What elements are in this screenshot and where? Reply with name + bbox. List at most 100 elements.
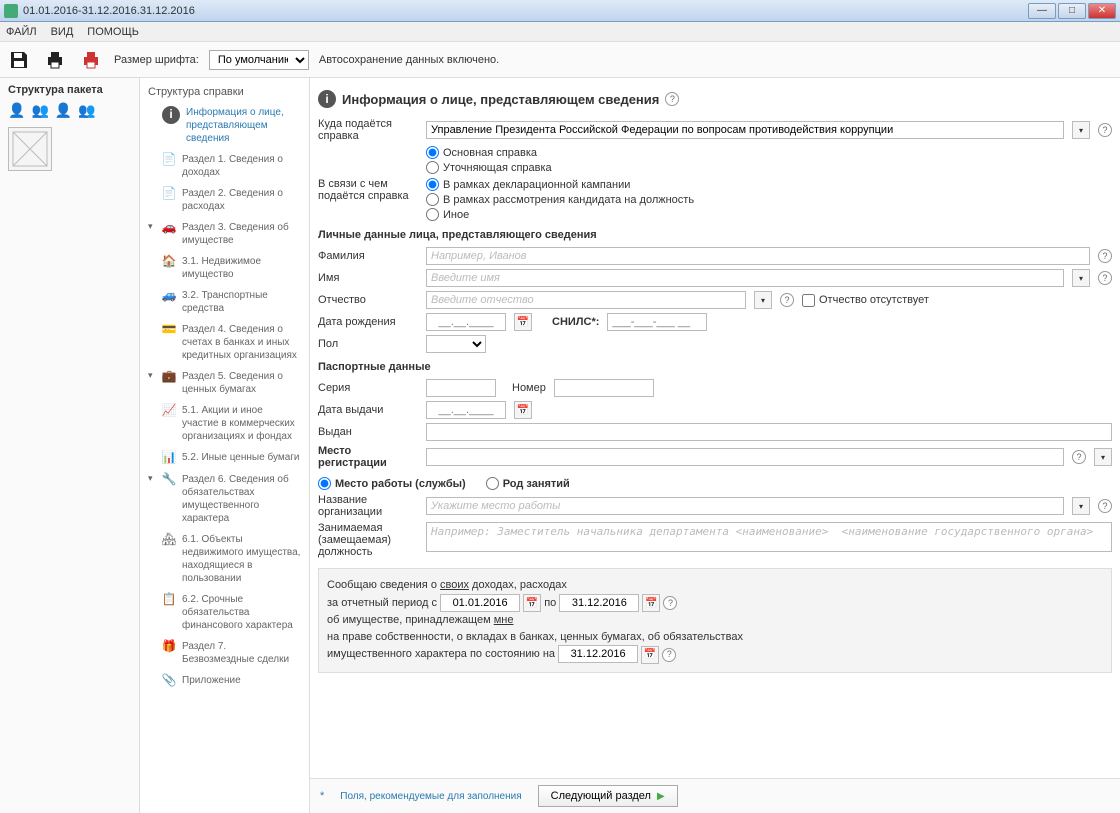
nav-item-section7[interactable]: 🎁Раздел 7. Безвозмездные сделки [140, 636, 309, 670]
nav-item-3-1[interactable]: 🏠3.1. Недвижимое имущество [140, 251, 309, 285]
nav-item-6-2[interactable]: 📋6.2. Срочные обязательства финансового … [140, 589, 309, 636]
person-icon-4[interactable]: 👥 [78, 102, 95, 119]
dropdown-icon[interactable]: ▾ [754, 291, 772, 309]
close-button[interactable]: ✕ [1088, 3, 1116, 19]
expand-icon[interactable]: ▾ [1094, 448, 1112, 466]
font-size-select[interactable]: По умолчанию [209, 50, 309, 70]
radio-campaign[interactable]: В рамках декларационной кампании [426, 178, 694, 191]
menu-view[interactable]: ВИД [51, 26, 74, 38]
nav-item-section5[interactable]: ▾💼Раздел 5. Сведения о ценных бумагах [140, 366, 309, 400]
print-icon[interactable] [42, 47, 68, 73]
nav-item-5-2[interactable]: 📊5.2. Иные ценные бумаги [140, 447, 309, 469]
chevron-down-icon[interactable]: ▾ [148, 370, 156, 382]
nav-item-info[interactable]: iИнформация о лице, представляющем сведе… [140, 102, 309, 149]
dropdown-icon[interactable]: ▾ [1072, 121, 1090, 139]
date-state-input[interactable] [558, 645, 638, 663]
radio-candidate[interactable]: В рамках рассмотрения кандидата на должн… [426, 193, 694, 206]
font-size-label: Размер шрифта: [114, 54, 199, 66]
nav-item-section4[interactable]: 💳Раздел 4. Сведения о счетах в банках и … [140, 319, 309, 366]
position-input[interactable] [426, 522, 1112, 552]
org-input[interactable] [426, 497, 1064, 515]
next-button[interactable]: Следующий раздел▶ [538, 785, 678, 807]
save-icon[interactable] [6, 47, 32, 73]
calendar-icon[interactable]: 📅 [514, 401, 532, 419]
calendar-icon[interactable]: 📅 [642, 594, 660, 612]
nav-item-section2[interactable]: 📄Раздел 2. Сведения о расходах [140, 183, 309, 217]
issue-date-input[interactable] [426, 401, 506, 419]
help-icon[interactable]: ? [1098, 123, 1112, 137]
number-label: Номер [512, 382, 546, 394]
chart-icon: 📈 [162, 404, 176, 418]
middlename-input[interactable] [426, 291, 746, 309]
reg-header: Место регистрации [318, 445, 418, 469]
radio-work[interactable]: Место работы (службы) [318, 477, 466, 490]
gender-select[interactable] [426, 335, 486, 353]
nav-item-3-2[interactable]: 🚙3.2. Транспортные средства [140, 285, 309, 319]
radio-main[interactable]: Основная справка [426, 146, 552, 159]
house-icon: 🏘 [162, 533, 176, 547]
dropdown-icon[interactable]: ▾ [1072, 497, 1090, 515]
birthdate-input[interactable] [426, 313, 506, 331]
person-icon-2[interactable]: 👥 [31, 102, 48, 119]
autosave-status: Автосохранение данных включено. [319, 54, 499, 66]
nav-item-section6[interactable]: ▾🔧Раздел 6. Сведения об обязательствах и… [140, 469, 309, 529]
doc-icon: 📄 [162, 153, 176, 167]
doc-icon: 📄 [162, 187, 176, 201]
radio-occupation[interactable]: Род занятий [486, 477, 570, 490]
calendar-icon[interactable]: 📅 [641, 646, 659, 664]
wrench-icon: 🔧 [162, 473, 176, 487]
help-icon[interactable]: ? [1098, 249, 1112, 263]
chevron-down-icon[interactable]: ▾ [148, 473, 156, 485]
person-icon-1[interactable]: 👤 [8, 102, 25, 119]
number-input[interactable] [554, 379, 654, 397]
date-from-input[interactable] [440, 594, 520, 612]
help-icon[interactable]: ? [1072, 450, 1086, 464]
calendar-icon[interactable]: 📅 [514, 313, 532, 331]
page-title: Информация о лице, представляющем сведен… [342, 92, 659, 107]
help-icon[interactable]: ? [662, 648, 676, 662]
help-icon[interactable]: ? [665, 92, 679, 106]
nav-item-section3[interactable]: ▾🚗Раздел 3. Сведения об имуществе [140, 217, 309, 251]
menu-help[interactable]: ПОМОЩЬ [87, 26, 139, 38]
date-to-input[interactable] [559, 594, 639, 612]
help-icon[interactable]: ? [663, 596, 677, 610]
person-icon-3[interactable]: 👤 [55, 102, 72, 119]
print-color-icon[interactable] [78, 47, 104, 73]
help-icon[interactable]: ? [1098, 499, 1112, 513]
issue-date-label: Дата выдачи [318, 404, 418, 416]
where-input[interactable] [426, 121, 1064, 139]
gender-label: Пол [318, 338, 418, 350]
nav-item-5-1[interactable]: 📈5.1. Акции и иное участие в коммерчески… [140, 400, 309, 447]
series-input[interactable] [426, 379, 496, 397]
firstname-label: Имя [318, 272, 418, 284]
help-icon[interactable]: ? [1098, 271, 1112, 285]
maximize-button[interactable]: □ [1058, 3, 1086, 19]
menu-file[interactable]: ФАЙЛ [6, 26, 37, 38]
birthdate-label: Дата рождения [318, 316, 418, 328]
dropdown-icon[interactable]: ▾ [1072, 269, 1090, 287]
snils-input[interactable] [607, 313, 707, 331]
nav-item-6-1[interactable]: 🏘6.1. Объекты недвижимого имущества, нах… [140, 529, 309, 589]
passport-header: Паспортные данные [318, 355, 1112, 377]
calendar-icon[interactable]: 📅 [523, 594, 541, 612]
help-icon[interactable]: ? [780, 293, 794, 307]
nav-item-section1[interactable]: 📄Раздел 1. Сведения о доходах [140, 149, 309, 183]
issued-by-input[interactable] [426, 423, 1112, 441]
nav-title: Структура справки [140, 82, 309, 102]
titlebar: 01.01.2016-31.12.2016.31.12.2016 — □ ✕ [0, 0, 1120, 22]
no-middlename-checkbox[interactable]: Отчество отсутствует [802, 294, 929, 307]
lastname-input[interactable] [426, 247, 1090, 265]
nav-item-appendix[interactable]: 📎Приложение [140, 670, 309, 692]
radio-other[interactable]: Иное [426, 208, 694, 221]
menubar: ФАЙЛ ВИД ПОМОЩЬ [0, 22, 1120, 42]
firstname-input[interactable] [426, 269, 1064, 287]
car-icon: 🚙 [162, 289, 176, 303]
minimize-button[interactable]: — [1028, 3, 1056, 19]
registration-input[interactable] [426, 448, 1064, 466]
info-icon: i [318, 90, 336, 108]
radio-upd[interactable]: Уточняющая справка [426, 161, 552, 174]
chevron-down-icon[interactable]: ▾ [148, 221, 156, 233]
photo-placeholder[interactable] [8, 127, 52, 171]
chart-icon: 📊 [162, 451, 176, 465]
window-title: 01.01.2016-31.12.2016.31.12.2016 [23, 5, 1028, 17]
